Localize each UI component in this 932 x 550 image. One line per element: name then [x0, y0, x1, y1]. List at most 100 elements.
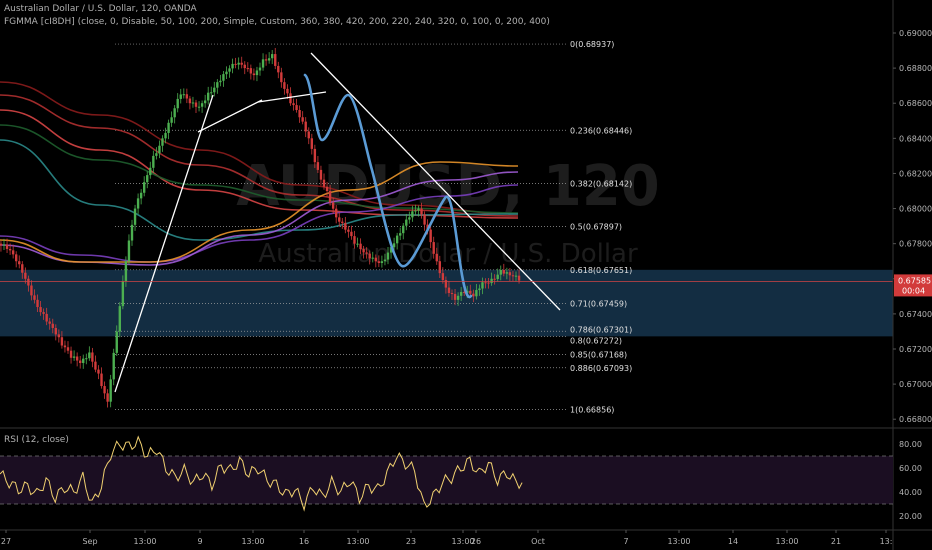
fib-zone — [0, 269, 893, 337]
rsi-tick-label: 80.00 — [899, 440, 922, 449]
candle-body — [508, 272, 512, 276]
candle-body — [213, 87, 216, 93]
candle-body — [411, 211, 414, 218]
candle-body — [173, 108, 176, 118]
price-tick-label: 0.67400 — [899, 310, 932, 319]
candle-body — [231, 63, 234, 69]
candle-body — [328, 190, 332, 203]
price-tick-label: 0.66800 — [899, 415, 932, 424]
candle-body — [478, 288, 481, 291]
candle-body — [502, 270, 506, 274]
candle-body — [203, 100, 207, 104]
candle-body — [66, 347, 70, 351]
candle-body — [420, 208, 423, 215]
time-tick-label: 9 — [197, 537, 202, 546]
candle-body — [42, 312, 45, 314]
candle-body — [481, 282, 484, 289]
candle-body — [30, 285, 33, 296]
price-tick-label: 0.68400 — [899, 134, 932, 143]
time-tick-label: 23 — [406, 537, 416, 546]
candle-body — [341, 221, 344, 223]
candle-body — [179, 94, 182, 99]
candle-body — [438, 261, 442, 274]
fib-label: 0.71(0.67459) — [570, 300, 627, 309]
candle-body — [176, 98, 179, 109]
candle-body — [398, 233, 402, 236]
candle-body — [24, 272, 27, 279]
fib-label: 0.8(0.67272) — [570, 336, 622, 345]
candle-body — [472, 293, 475, 297]
candle-body — [185, 94, 189, 99]
fib-label: 0.5(0.67897) — [570, 223, 622, 232]
candle-body — [112, 352, 115, 380]
candle-body — [124, 261, 128, 282]
candle-body — [325, 186, 329, 191]
candle-body — [255, 70, 259, 76]
candle-body — [365, 252, 368, 254]
time-tick-label: 13:00 — [133, 537, 156, 546]
price-axis: 0.69000 0.68800 0.68600 0.68400 0.68200 0.680… — [893, 29, 932, 424]
price-tick-label: 0.68600 — [899, 99, 932, 108]
candle-body — [405, 219, 408, 226]
candle-body — [469, 290, 472, 294]
candle-body — [487, 282, 490, 284]
candle-body — [368, 253, 371, 259]
price-chart[interactable]: AUDUSD, 120Australian Dollar / U.S. Doll… — [0, 0, 932, 550]
current-price-label: 0.67585 — [898, 276, 931, 285]
candle-body — [313, 148, 317, 163]
candle-body — [210, 92, 213, 94]
candle-body — [456, 295, 460, 300]
candle-body — [511, 275, 515, 277]
candle-body — [283, 82, 286, 89]
candle-body — [194, 102, 198, 107]
candle-body — [33, 295, 36, 300]
time-tick-label: 13:00 — [346, 537, 369, 546]
candle-body — [246, 68, 250, 70]
candle-body — [136, 198, 140, 209]
candle-body — [496, 274, 499, 279]
candle-body — [243, 64, 246, 69]
candle-body — [11, 250, 15, 255]
candle-body — [60, 337, 64, 346]
rsi-tick-label: 20.00 — [899, 512, 922, 521]
candle-body — [158, 145, 161, 154]
candle-body — [289, 93, 292, 104]
candle-body — [392, 243, 396, 248]
price-tick-label: 0.68000 — [899, 205, 932, 214]
time-tick-label: 13:00 — [241, 537, 264, 546]
candle-body — [170, 117, 173, 123]
trend-line-neck — [197, 99, 263, 133]
time-tick-label: 14 — [728, 537, 738, 546]
fib-label: 1(0.66856) — [570, 405, 614, 414]
candle-body — [261, 59, 265, 68]
candle-body — [164, 132, 167, 139]
candle-body — [264, 59, 268, 61]
candle-body — [118, 306, 122, 332]
fib-label: 0.382(0.68142) — [570, 180, 632, 189]
candle-body — [386, 252, 390, 260]
candle-body — [127, 240, 131, 262]
candle-body — [429, 229, 432, 243]
candle-body — [499, 270, 502, 275]
candle-body — [75, 356, 79, 361]
candle-body — [106, 393, 109, 402]
time-tick-label: 13: — [880, 537, 893, 546]
candle-body — [200, 103, 204, 107]
candle-body — [371, 257, 374, 259]
candle-body — [222, 74, 225, 81]
fib-label: 0.886(0.67093) — [570, 364, 632, 373]
candle-body — [383, 259, 387, 262]
candle-body — [188, 98, 192, 104]
trend-lines — [114, 52, 561, 393]
candle-body — [97, 369, 100, 374]
candle-body — [280, 72, 283, 83]
time-tick-label: 26 — [471, 537, 481, 546]
fib-levels: 0(0.68937) 0.236(0.68446) 0.382(0.68142) 0.… — [115, 40, 632, 414]
candle-body — [298, 110, 301, 118]
time-tick-label: 21 — [831, 537, 841, 546]
candle-body — [350, 231, 353, 237]
candle-body — [237, 62, 240, 65]
candle-body — [258, 67, 262, 71]
price-tick-label: 0.68200 — [899, 169, 932, 178]
candle-body — [57, 334, 61, 338]
